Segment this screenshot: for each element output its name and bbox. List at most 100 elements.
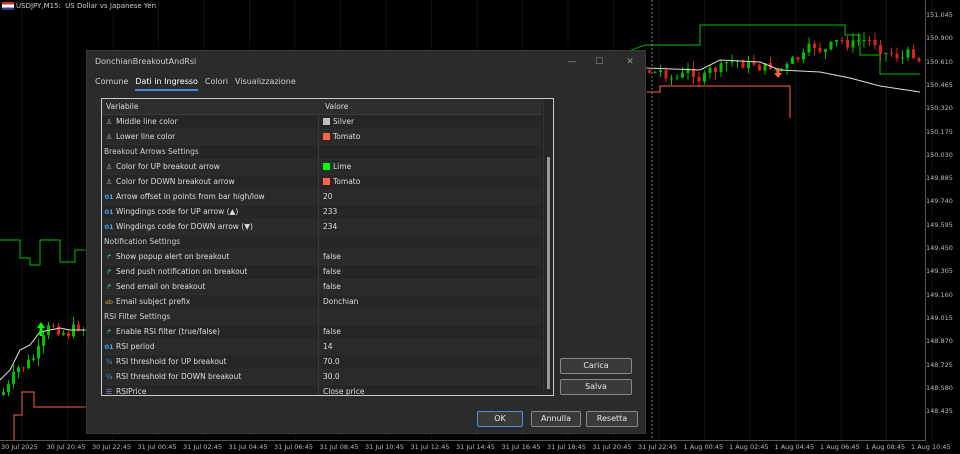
row-variable-label: Color for DOWN breakout arrow <box>116 177 235 186</box>
row-value[interactable]: false <box>323 252 341 261</box>
dialog-titlebar[interactable]: DonchianBreakoutAndRsi — ☐ ✕ <box>87 51 645 73</box>
row-value[interactable]: false <box>323 282 341 291</box>
row-value[interactable]: false <box>323 267 341 276</box>
row-value[interactable]: Donchian <box>323 297 358 306</box>
row-value[interactable]: 30.0 <box>323 372 340 381</box>
time-label: 31 Jul 06:45 <box>274 443 313 451</box>
row-variable-label: RSI threshold for DOWN breakout <box>116 372 242 381</box>
column-divider <box>318 115 319 129</box>
price-label: 150.900 <box>926 34 953 43</box>
time-label: 31 Jul 02:45 <box>183 443 222 451</box>
row-variable-label: Middle line color <box>116 117 178 126</box>
row-variable-label: Breakout Arrows Settings <box>104 147 199 156</box>
reset-button[interactable]: Resetta <box>586 411 638 427</box>
candle-body <box>22 367 25 369</box>
symbol-description: US Dollar vs Japanese Yen <box>65 2 157 10</box>
save-button[interactable]: Salva <box>560 379 632 395</box>
color-swatch <box>323 118 330 125</box>
minimize-icon[interactable]: — <box>565 55 579 69</box>
candle-body <box>796 57 800 60</box>
table-row[interactable]: ab Email subject prefix Donchian <box>102 295 542 310</box>
tab-inputs[interactable]: Dati in Ingresso <box>135 77 198 91</box>
row-value[interactable]: 70.0 <box>323 357 340 366</box>
row-value[interactable]: 234 <box>323 222 337 231</box>
row-variable: 01 RSI period <box>104 342 318 351</box>
row-value[interactable]: 20 <box>323 192 333 201</box>
price-label: 149.740 <box>926 197 953 206</box>
row-variable: 01 Wingdings code for DOWN arrow (▼) <box>104 222 318 231</box>
table-row[interactable]: ♙ Lower line color Tomato <box>102 130 542 145</box>
column-divider <box>318 190 319 204</box>
group-header-row[interactable]: Breakout Arrows Settings <box>102 145 542 160</box>
time-label: 1 Aug 06:45 <box>820 443 860 451</box>
candle-body <box>708 67 712 73</box>
time-label: 30 Jul 20:45 <box>46 443 86 451</box>
tab-colors[interactable]: Colori <box>205 77 228 89</box>
dialog-title: DonchianBreakoutAndRsi <box>95 57 197 66</box>
row-variable-label: Notification Settings <box>104 237 181 246</box>
color-type-icon: ♙ <box>105 178 113 186</box>
row-value-text: false <box>323 252 341 261</box>
row-value-text: Tomato <box>333 132 361 141</box>
column-divider <box>318 175 319 189</box>
dialog-tabs: Comune Dati in Ingresso Colori Visualizzazi… <box>95 77 303 93</box>
row-value[interactable]: Lime <box>323 162 351 171</box>
table-row[interactable]: ↱ Send email on breakout false <box>102 280 542 295</box>
row-value[interactable]: Close price <box>323 387 364 395</box>
row-value[interactable]: Tomato <box>323 132 360 141</box>
load-button[interactable]: Carica <box>560 358 632 374</box>
close-icon[interactable]: ✕ <box>623 55 637 69</box>
time-label: 30 Jul 22:45 <box>92 443 131 451</box>
column-divider <box>318 130 319 144</box>
row-value-text: 234 <box>323 222 338 231</box>
table-row[interactable]: 01 Wingdings code for UP arrow (▲) 233 <box>102 205 542 220</box>
price-label: 148.580 <box>926 383 953 392</box>
price-label: 149.595 <box>926 220 953 229</box>
column-variable[interactable]: Variabile <box>106 102 138 111</box>
cancel-button[interactable]: Annulla <box>531 411 581 427</box>
color-swatch <box>323 178 330 185</box>
candle-body <box>659 70 662 72</box>
flag-icon <box>2 2 14 10</box>
table-row[interactable]: ↱ Enable RSI filter (true/false) false <box>102 325 542 340</box>
tab-comune[interactable]: Comune <box>95 77 128 89</box>
row-variable-label: RSIPrice <box>116 387 147 396</box>
row-value[interactable]: false <box>323 327 341 336</box>
table-row[interactable]: ↱ Send push notification on breakout false <box>102 265 542 280</box>
table-row[interactable]: 01 Wingdings code for DOWN arrow (▼) 234 <box>102 220 542 235</box>
row-value[interactable]: Tomato <box>323 177 360 186</box>
column-value[interactable]: Valore <box>325 102 348 111</box>
row-variable-label: Send email on breakout <box>116 282 206 291</box>
table-row[interactable]: ↱ Show popup alert on breakout false <box>102 250 542 265</box>
table-row[interactable]: ½ RSI threshold for UP breakout 70.0 <box>102 355 542 370</box>
maximize-icon[interactable]: ☐ <box>592 55 606 69</box>
candle-body <box>719 63 723 73</box>
candle-body <box>703 72 706 82</box>
bool-type-icon: ↱ <box>106 328 112 336</box>
row-value-text: 20 <box>323 192 333 201</box>
price-label: 150.175 <box>926 127 953 136</box>
table-row[interactable]: ♙ Middle line color Silver <box>102 115 542 130</box>
row-value[interactable]: 14 <box>323 342 333 351</box>
group-header-row[interactable]: RSI Filter Settings <box>102 310 542 325</box>
scrollbar-thumb[interactable] <box>547 157 550 389</box>
row-value[interactable]: 233 <box>323 207 337 216</box>
table-row[interactable]: ½ RSI threshold for DOWN breakout 30.0 <box>102 370 542 385</box>
timeframe-label: M15 <box>43 2 59 10</box>
group-header-row[interactable]: Notification Settings <box>102 235 542 250</box>
bool-type-icon: ↱ <box>106 268 112 276</box>
ok-button[interactable]: OK <box>477 411 523 427</box>
table-scrollbar[interactable] <box>543 99 553 395</box>
table-row[interactable]: 01 RSI period 14 <box>102 340 542 355</box>
candle-body <box>697 77 701 82</box>
table-header: Variabile Valore <box>102 99 542 115</box>
column-divider <box>318 355 319 369</box>
row-value[interactable]: Silver <box>323 117 354 126</box>
column-divider <box>318 145 319 159</box>
time-label: 1 Aug 02:45 <box>729 443 769 451</box>
tab-visualization[interactable]: Visualizzazione <box>235 77 296 89</box>
table-row[interactable]: 01 Arrow offset in points from bar high/l… <box>102 190 542 205</box>
table-row[interactable]: ♙ Color for DOWN breakout arrow Tomato <box>102 175 542 190</box>
table-row[interactable]: ☰ RSIPrice Close price <box>102 385 542 396</box>
table-row[interactable]: ♙ Color for UP breakout arrow Lime <box>102 160 542 175</box>
